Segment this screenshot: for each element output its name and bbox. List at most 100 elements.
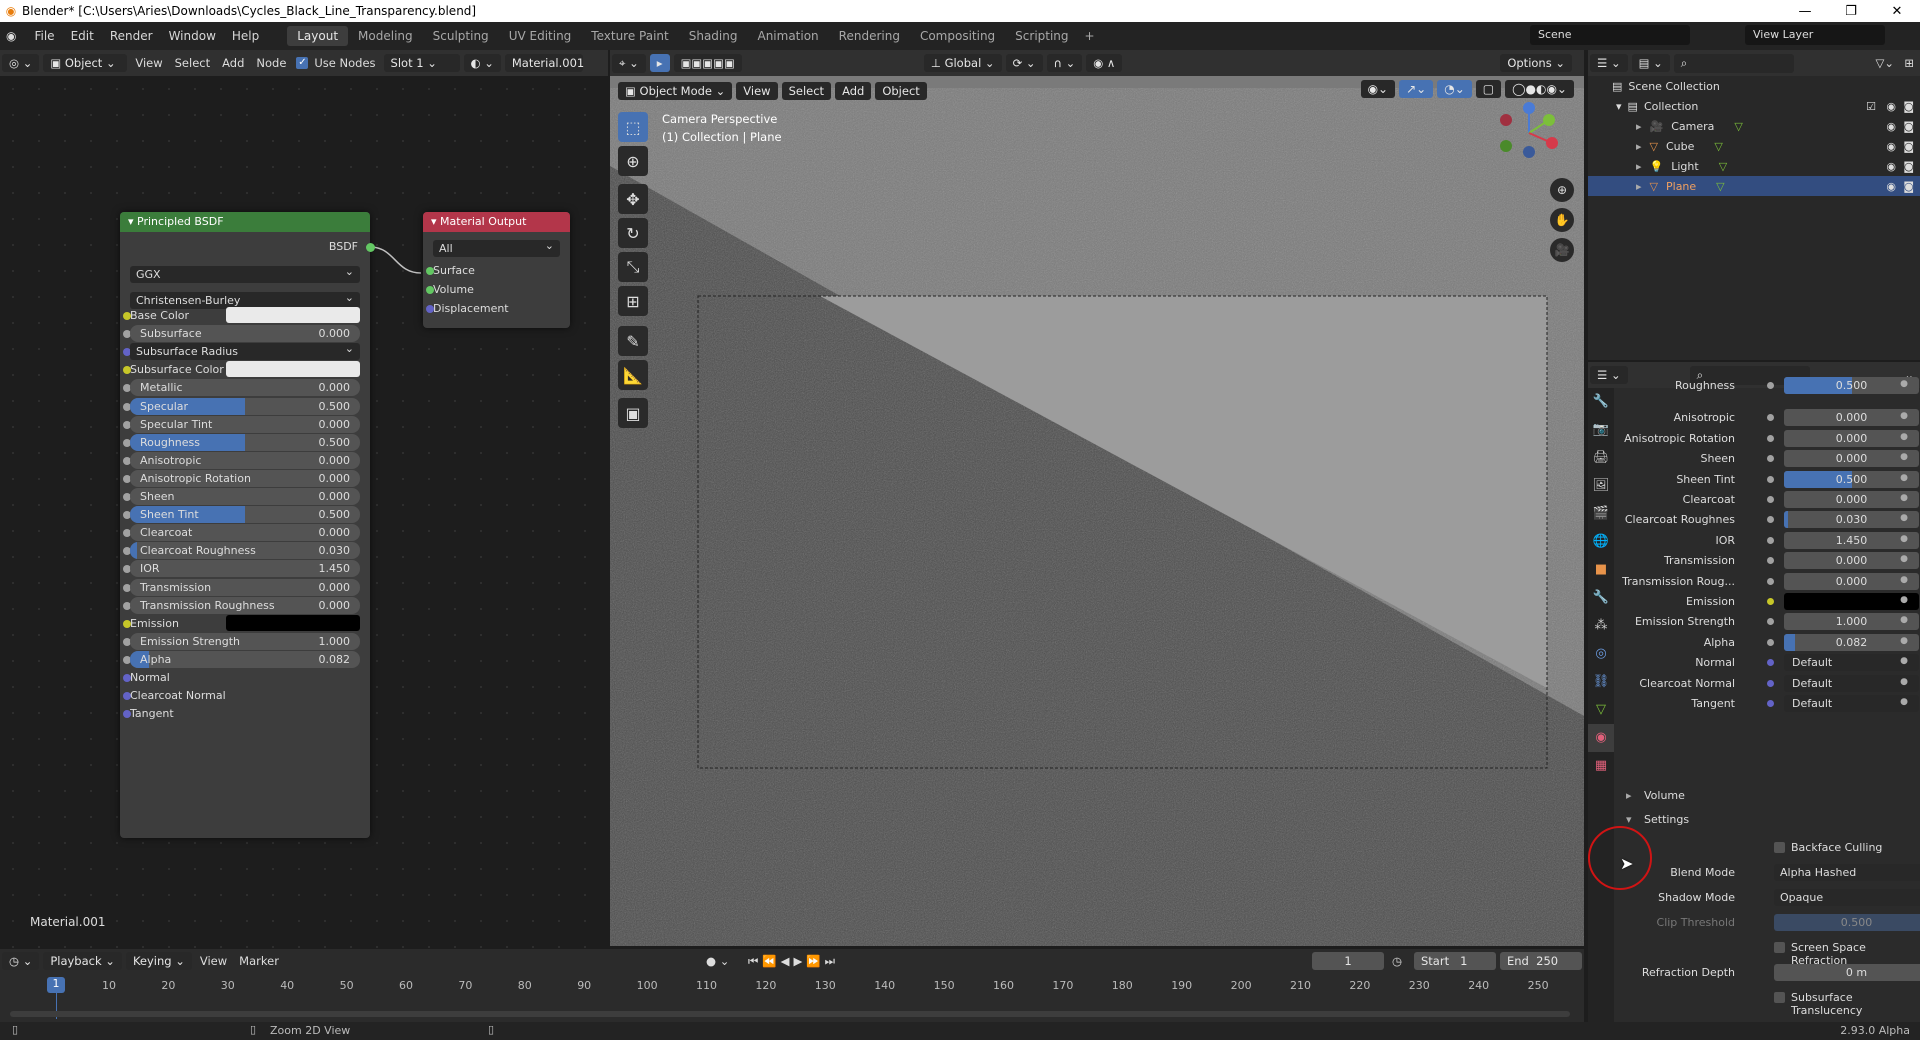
value-slider[interactable]: Roughness 0.500 (130, 433, 360, 451)
playback-menu[interactable]: Playback ⌄ (43, 952, 122, 970)
settings-panel-header[interactable]: ▾ Settings (1614, 810, 1920, 830)
bsdf-input-normal[interactable]: Normal (123, 669, 360, 686)
refraction-depth-field[interactable]: 0 m (1774, 964, 1920, 981)
overlay-toggle-icon[interactable]: ◔⌄ (1437, 80, 1472, 98)
outliner-scene-collection[interactable]: ▤ Scene Collection (1588, 76, 1920, 96)
bsdf-input-anisotropic[interactable]: Anisotropic 0.000 (123, 451, 360, 469)
visibility-icon[interactable]: ◉⌄ (1360, 80, 1396, 98)
snap-icon[interactable]: ∩ ⌄ (1046, 54, 1083, 72)
visibility-eye-icon[interactable]: ◉ (1886, 120, 1896, 133)
selection-mode-icons[interactable]: ▣▣▣▣▣ (673, 54, 742, 72)
bsdf-input-alpha[interactable]: Alpha 0.082 (123, 650, 360, 668)
render-tab-icon[interactable]: 📷 (1588, 416, 1614, 444)
backface-culling-checkbox[interactable] (1774, 842, 1785, 853)
menu-node[interactable]: Node (250, 56, 292, 70)
clip-threshold-field[interactable]: 0.500 (1774, 914, 1920, 931)
data-tab-icon[interactable]: ▽ (1588, 696, 1614, 724)
slot-dropdown[interactable]: Slot 1 ⌄ (383, 54, 460, 72)
render-camera-icon[interactable]: ◙ (1903, 120, 1914, 133)
prop-value-field[interactable]: 0.000 (1784, 491, 1919, 508)
render-camera-icon[interactable]: ◙ (1903, 160, 1914, 173)
bsdf-input-subsurface-color[interactable]: Subsurface Color (123, 361, 360, 378)
render-camera-icon[interactable]: ◙ (1903, 180, 1914, 193)
scene-tab-icon[interactable]: 🎬 (1588, 500, 1614, 528)
tab-modeling[interactable]: Modeling (348, 26, 423, 46)
outliner-editor-type-button[interactable]: ☰ ⌄ (1590, 54, 1628, 72)
shading-modes-icon[interactable]: ◯●◐◉⌄ (1505, 80, 1574, 98)
bsdf-input-metallic[interactable]: Metallic 0.000 (123, 379, 360, 397)
value-slider[interactable]: Alpha 0.082 (130, 650, 360, 668)
animate-property-icon[interactable]: ● (1900, 379, 1908, 389)
timeline-scrollbar[interactable] (10, 1011, 1570, 1017)
timeline-view-menu[interactable]: View (194, 954, 233, 968)
animate-property-icon[interactable]: ● (1900, 595, 1908, 605)
pan-view-icon[interactable]: ✋ (1550, 208, 1574, 232)
menu-add[interactable]: Add (216, 56, 250, 70)
bsdf-input-specular-tint[interactable]: Specular Tint 0.000 (123, 415, 360, 433)
socket-dot-icon[interactable] (1767, 414, 1774, 422)
bsdf-input-emission[interactable]: Emission (123, 614, 360, 632)
output-target-dropdown[interactable]: All (433, 239, 560, 257)
blender-menu-icon[interactable]: ◉ (0, 29, 22, 43)
add-workspace-button[interactable]: + (1085, 29, 1095, 43)
tab-compositing[interactable]: Compositing (910, 26, 1005, 46)
view-layer-selector[interactable]: View Layer (1745, 25, 1885, 45)
menu-view[interactable]: View (129, 56, 168, 70)
menu-help[interactable]: Help (224, 29, 267, 43)
socket-dot-icon[interactable] (1767, 475, 1774, 483)
render-camera-icon[interactable]: ◙ (1903, 100, 1914, 113)
animate-property-icon[interactable]: ● (1900, 411, 1908, 421)
value-slider[interactable]: Specular 0.500 (130, 397, 360, 415)
material-tab-icon[interactable]: ◉ (1588, 724, 1614, 752)
bsdf-input-roughness[interactable]: Roughness 0.500 (123, 433, 360, 451)
visibility-eye-icon[interactable]: ◉ (1886, 100, 1896, 113)
output-input-displacement[interactable]: Displacement (426, 300, 560, 317)
value-slider[interactable]: Anisotropic Rotation 0.000 (130, 469, 360, 487)
tab-uv-editing[interactable]: UV Editing (499, 26, 582, 46)
stopwatch-icon[interactable]: ◷ (1392, 954, 1402, 968)
scene-selector[interactable]: Scene (1530, 25, 1690, 45)
distribution-dropdown[interactable]: GGX (130, 265, 360, 283)
camera-view-icon[interactable]: 🎥 (1550, 238, 1574, 262)
bsdf-input-base-color[interactable]: Base Color (123, 307, 360, 324)
gizmo-x-icon[interactable] (1546, 137, 1558, 149)
menu-render[interactable]: Render (102, 29, 161, 43)
visibility-eye-icon[interactable]: ◉ (1886, 160, 1896, 173)
cursor-tool-icon[interactable]: ⊕ (618, 146, 648, 176)
value-slider[interactable]: IOR 1.450 (130, 560, 360, 578)
socket-dot-icon[interactable] (1767, 516, 1774, 524)
gizmo-z-icon[interactable] (1523, 102, 1535, 114)
prop-value-field[interactable]: 0.000 (1784, 450, 1919, 468)
move-tool-icon[interactable]: ✥ (618, 184, 648, 214)
gizmo-toggle-icon[interactable]: ↗⌄ (1399, 80, 1434, 98)
3d-viewport[interactable]: ▣ Object Mode ⌄ View Select Add Object ◉… (610, 76, 1584, 946)
outliner-item-cube[interactable]: ▸ ▽ Cube ▽ ◉ ◙ (1588, 136, 1920, 156)
emission-color-swatch[interactable] (226, 614, 360, 631)
ssr-checkbox[interactable] (1774, 942, 1785, 953)
value-slider[interactable]: Transmission Roughness 0.000 (130, 596, 360, 614)
keying-menu[interactable]: Keying ⌄ (125, 952, 192, 970)
socket-dot-icon[interactable] (1767, 638, 1774, 646)
outliner-item-camera[interactable]: ▸ 🎥 Camera ▽ ◉ ◙ (1588, 116, 1920, 136)
navigation-gizmo[interactable] (1494, 98, 1564, 168)
bsdf-input-subsurface[interactable]: Subsurface 0.000 (123, 325, 360, 343)
animate-property-icon[interactable]: ● (1900, 473, 1908, 483)
prop-value-field[interactable]: 0.000 (1784, 409, 1919, 427)
node-editor[interactable]: ▾ Principled BSDF BSDF GGX Christensen-B… (0, 76, 608, 949)
tool-tab-icon[interactable]: 🔧 (1588, 388, 1614, 416)
socket-dot-icon[interactable] (1767, 455, 1774, 463)
timeline-ruler[interactable]: 10 20 30 40 50 60 70 80 90 100 110 120 130 140 150 160 1… (0, 979, 1584, 995)
outliner-item-plane[interactable]: ▸ ▽ Plane ▽ ◉ ◙ (1588, 176, 1920, 196)
bsdf-input-clearcoat-normal[interactable]: Clearcoat Normal (123, 687, 360, 704)
collection-checkbox-icon[interactable]: ☑ (1866, 100, 1876, 113)
sst-checkbox[interactable] (1774, 992, 1785, 1003)
menu-edit[interactable]: Edit (63, 29, 102, 43)
animate-property-icon[interactable]: ● (1900, 493, 1908, 503)
bsdf-input-clearcoat-roughness[interactable]: Clearcoat Roughness 0.030 (123, 542, 360, 560)
close-button[interactable]: ✕ (1874, 0, 1920, 22)
tab-shading[interactable]: Shading (679, 26, 748, 46)
socket-dot-icon[interactable] (1767, 536, 1774, 544)
animate-property-icon[interactable]: ● (1900, 534, 1908, 544)
animate-property-icon[interactable]: ● (1900, 554, 1908, 564)
blend-mode-dropdown[interactable]: Alpha Hashed⌄ (1774, 864, 1920, 881)
